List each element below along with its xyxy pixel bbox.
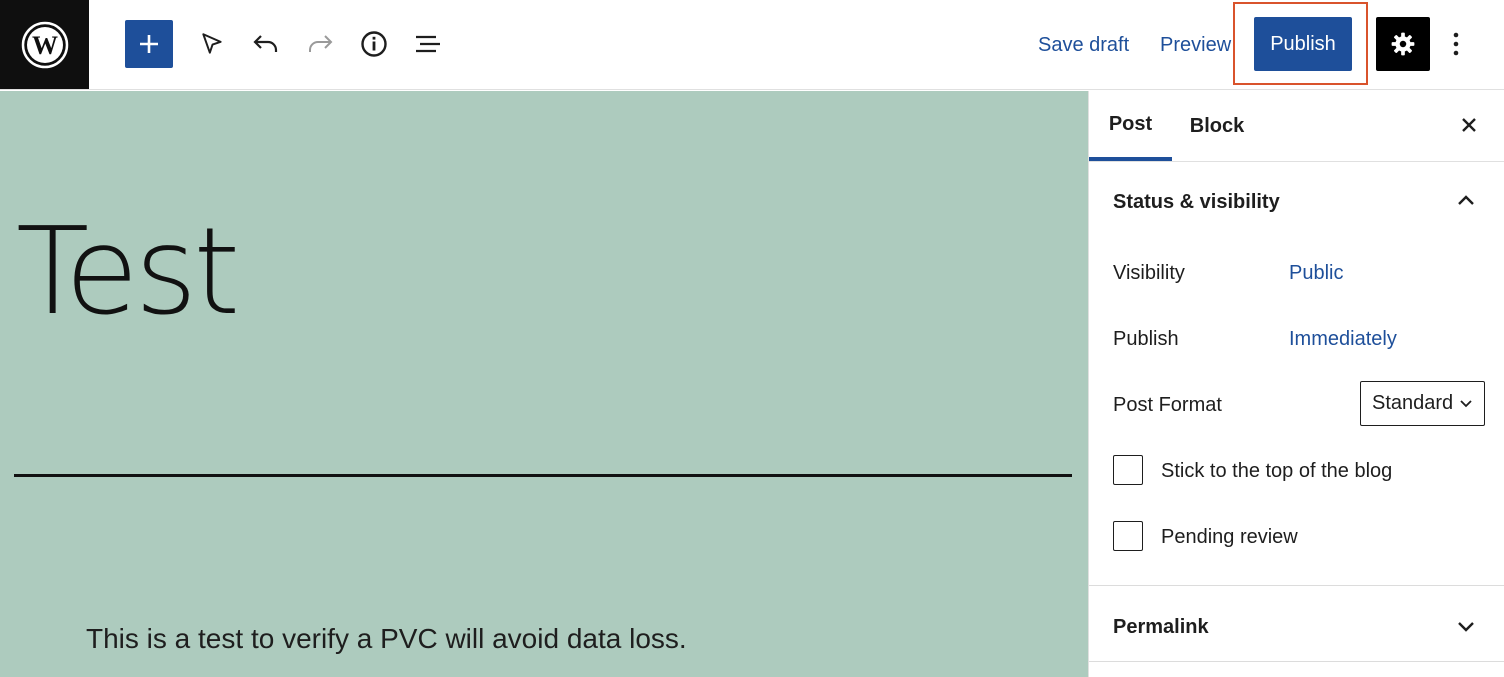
settings-button[interactable] bbox=[1376, 17, 1430, 71]
cursor-icon bbox=[202, 33, 222, 54]
pending-review-label: Pending review bbox=[1161, 526, 1298, 548]
tab-post[interactable]: Post bbox=[1089, 91, 1172, 161]
post-title[interactable]: Test bbox=[16, 213, 240, 333]
status-visibility-panel-title[interactable]: Status & visibility bbox=[1113, 191, 1280, 214]
gear-icon bbox=[1391, 32, 1415, 56]
settings-sidebar: Post Block Status & visibility Visibilit… bbox=[1088, 91, 1504, 677]
more-options-button[interactable] bbox=[1440, 20, 1472, 68]
panel-divider bbox=[1089, 661, 1504, 662]
svg-text:W: W bbox=[32, 31, 58, 60]
tab-block[interactable]: Block bbox=[1187, 91, 1247, 161]
info-icon bbox=[361, 31, 387, 57]
visibility-toggle[interactable]: Public bbox=[1289, 262, 1343, 285]
chevron-down-icon bbox=[1460, 400, 1472, 408]
chevron-up-icon bbox=[1458, 195, 1474, 205]
post-format-label: Post Format bbox=[1113, 394, 1222, 416]
editor-header: W Save draft Preview Publish bbox=[0, 0, 1504, 90]
collapse-status-button[interactable] bbox=[1454, 189, 1478, 213]
close-icon bbox=[1462, 118, 1476, 132]
list-view-icon bbox=[416, 35, 440, 53]
more-vertical-icon bbox=[1453, 32, 1459, 56]
paragraph-block[interactable]: This is a test to verify a PVC will avoi… bbox=[86, 623, 687, 655]
expand-permalink-button[interactable] bbox=[1454, 614, 1478, 638]
plus-icon bbox=[140, 35, 158, 53]
list-view-button[interactable] bbox=[406, 20, 450, 68]
wordpress-logo-button[interactable]: W bbox=[0, 0, 89, 89]
redo-button[interactable] bbox=[298, 20, 342, 68]
preview-button[interactable]: Preview bbox=[1160, 30, 1231, 60]
publish-label: Publish bbox=[1113, 328, 1179, 350]
stick-to-top-checkbox[interactable] bbox=[1113, 455, 1143, 485]
select-tool-button[interactable] bbox=[190, 20, 234, 68]
visibility-label: Visibility bbox=[1113, 262, 1185, 284]
publish-date-toggle[interactable]: Immediately bbox=[1289, 328, 1397, 351]
panel-divider bbox=[1089, 585, 1504, 586]
post-format-value: Standard bbox=[1372, 392, 1454, 414]
sidebar-tabs: Post Block bbox=[1089, 91, 1504, 162]
editor-canvas[interactable]: Test This is a test to verify a PVC will… bbox=[0, 91, 1088, 677]
details-button[interactable] bbox=[352, 20, 396, 68]
close-sidebar-button[interactable] bbox=[1457, 113, 1481, 137]
add-block-button[interactable] bbox=[125, 20, 173, 68]
stick-to-top-label: Stick to the top of the blog bbox=[1161, 460, 1393, 482]
publish-button[interactable]: Publish bbox=[1254, 17, 1352, 71]
post-format-select[interactable]: Standard bbox=[1360, 381, 1485, 426]
pending-review-checkbox[interactable] bbox=[1113, 521, 1143, 551]
permalink-panel-title[interactable]: Permalink bbox=[1113, 616, 1209, 639]
undo-button[interactable] bbox=[244, 20, 288, 68]
redo-icon bbox=[309, 35, 333, 52]
separator-block[interactable] bbox=[14, 474, 1072, 477]
save-draft-button[interactable]: Save draft bbox=[1038, 30, 1129, 60]
undo-icon bbox=[253, 35, 278, 52]
wordpress-icon: W bbox=[21, 21, 68, 68]
chevron-down-icon bbox=[1458, 622, 1474, 632]
